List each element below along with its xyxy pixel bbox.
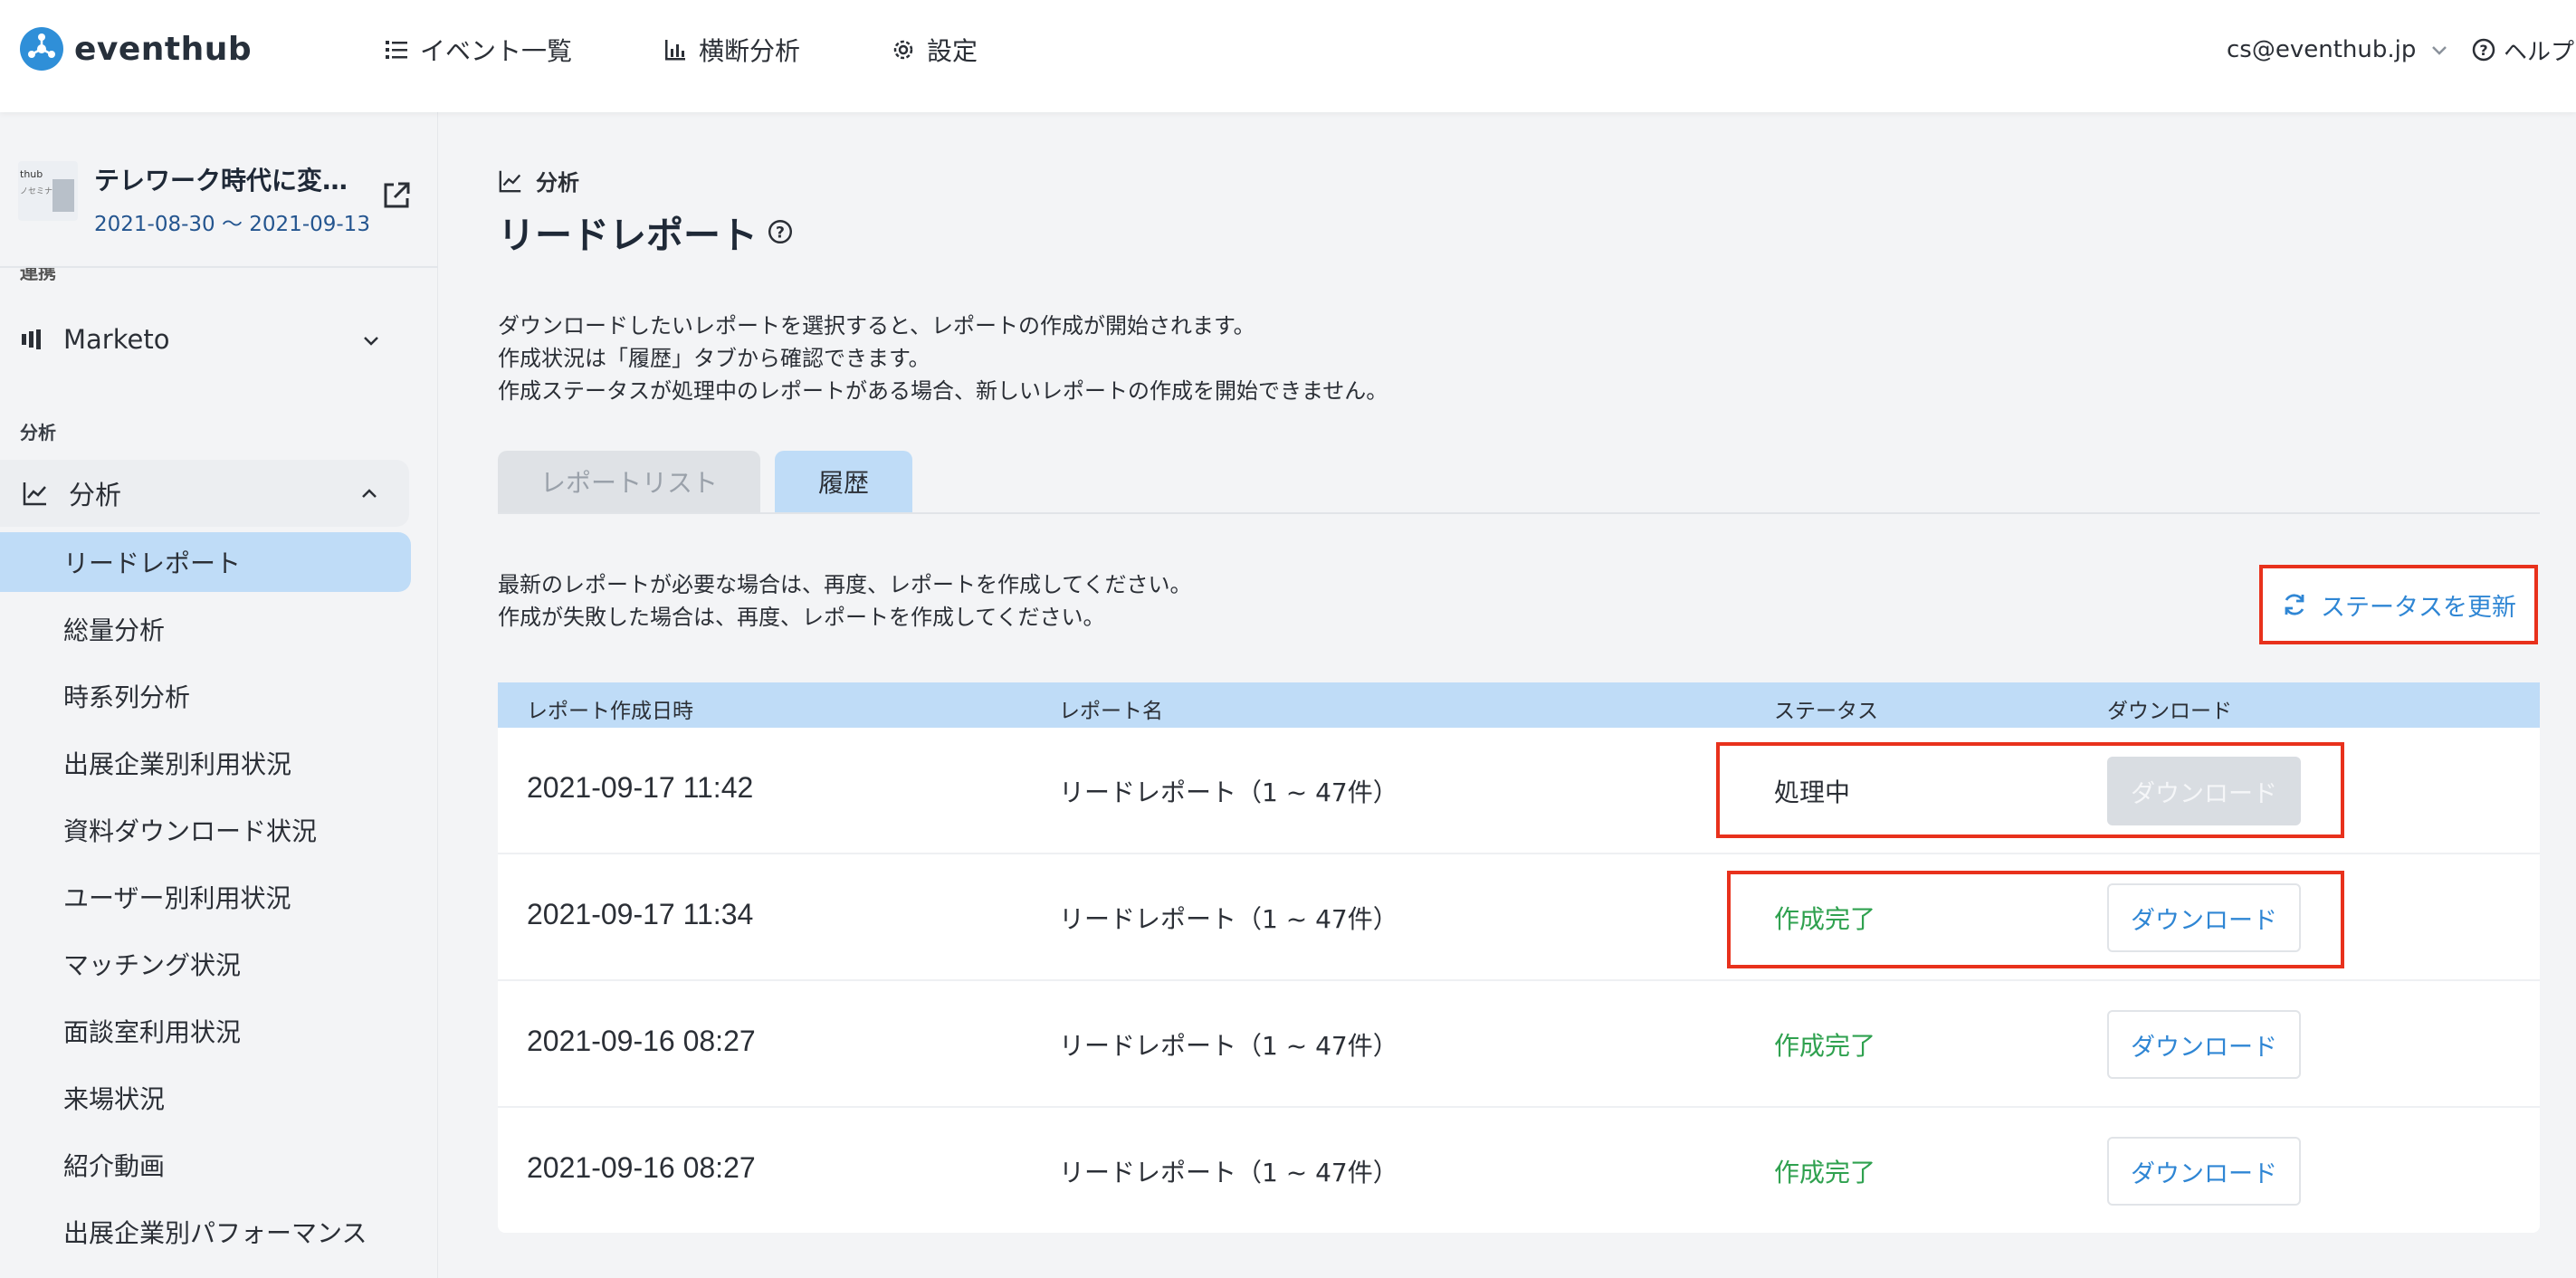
tab-report-list[interactable]: レポートリスト	[498, 451, 760, 512]
column-header: レポート作成日時	[527, 700, 693, 723]
help-link[interactable]: ? ヘルプ	[2471, 31, 2574, 69]
sidebar-divider	[0, 266, 438, 268]
marketo-label: Marketo	[63, 324, 170, 355]
page-title-text: リードレポート	[498, 214, 758, 257]
notice-line: 作成が失敗した場合は、再度、レポートを作成してください。	[498, 605, 1105, 630]
download-button[interactable]: ダウンロード	[2107, 1137, 2301, 1206]
sidebar-item-user-usage[interactable]: ユーザー別利用状況	[0, 867, 411, 927]
nav-event-list[interactable]: イベント一覧	[384, 31, 572, 69]
row-status: 作成完了	[1774, 904, 1876, 934]
column-header: ステータス	[1774, 700, 1878, 723]
row-date: 2021-09-16 08:27	[527, 1025, 756, 1057]
event-title: テレワーク時代に変わるセミナー	[94, 166, 360, 196]
row-report-name: リードレポート（1 ~ 47件）	[1059, 1031, 1398, 1061]
sidebar-item-total-analysis[interactable]: 総量分析	[0, 599, 411, 659]
bar-chart-icon	[665, 40, 686, 61]
page-title: リードレポート ?	[498, 205, 794, 259]
table-row: 2021-09-16 08:27 リードレポート（1 ~ 47件） 作成完了 ダ…	[498, 981, 2540, 1108]
chevron-down-icon	[2432, 46, 2447, 55]
event-card: thub ノセミナー テレワーク時代に変わるセミナー 2021-08-30 〜 …	[18, 161, 425, 236]
chevron-up-icon	[362, 489, 377, 498]
sidebar-item-document-downloads[interactable]: 資料ダウンロード状況	[0, 800, 411, 860]
table-row: 2021-09-16 08:27 リードレポート（1 ~ 47件） 作成完了 ダ…	[498, 1108, 2540, 1233]
user-menu[interactable]: cs@eventhub.jp	[2227, 31, 2450, 69]
row-date: 2021-09-17 11:42	[527, 771, 754, 804]
sidebar: thub ノセミナー テレワーク時代に変わるセミナー 2021-08-30 〜 …	[0, 112, 438, 1278]
refresh-status-button[interactable]: ステータスを更新	[2259, 565, 2538, 644]
description-line: 作成ステータスが処理中のレポートがある場合、新しいレポートの作成を開始できません…	[498, 378, 1388, 404]
row-status: 作成完了	[1774, 1031, 1876, 1061]
row-report-name: リードレポート（1 ~ 47件）	[1059, 904, 1398, 934]
svg-text:?: ?	[2479, 42, 2487, 59]
sidebar-item-meeting-room[interactable]: 面談室利用状況	[0, 1001, 411, 1061]
sidebar-group-analysis[interactable]: 分析	[0, 460, 409, 527]
sidebar-item-time-series[interactable]: 時系列分析	[0, 666, 411, 726]
nav-cross-analysis[interactable]: 横断分析	[663, 31, 800, 69]
logo[interactable]: eventhub	[20, 27, 252, 71]
notice-line: 最新のレポートが必要な場合は、再度、レポートを作成してください。	[498, 572, 1192, 597]
row-date: 2021-09-17 11:34	[527, 898, 754, 930]
help-label: ヘルプ	[2504, 38, 2575, 66]
event-thumbnail-text-1: thub	[20, 168, 43, 180]
sidebar-item-lead-report[interactable]: リードレポート	[0, 532, 411, 592]
sidebar-item-intro-video[interactable]: 紹介動画	[0, 1135, 411, 1195]
notice-text: 最新のレポートが必要な場合は、再度、レポートを作成してください。 作成が失敗した…	[498, 568, 1192, 634]
sidebar-nav-list: リードレポート 総量分析 時系列分析 出展企業別利用状況 資料ダウンロード状況 …	[0, 532, 438, 1269]
tabs: レポートリスト 履歴	[498, 451, 927, 512]
row-date: 2021-09-16 08:27	[527, 1151, 756, 1184]
row-status: 作成完了	[1774, 1158, 1876, 1187]
eventhub-logo-icon	[20, 27, 63, 71]
download-button[interactable]: ダウンロード	[2107, 757, 2301, 825]
table-row: 2021-09-17 11:42 リードレポート（1 ~ 47件） 処理中 ダウ…	[498, 728, 2540, 854]
description-line: 作成状況は「履歴」タブから確認できます。	[498, 346, 930, 371]
download-button[interactable]: ダウンロード	[2107, 1010, 2301, 1079]
user-email: cs@eventhub.jp	[2227, 36, 2417, 63]
description-line: ダウンロードしたいレポートを選択すると、レポートの作成が開始されます。	[498, 313, 1255, 339]
section-label-analysis: 分析	[20, 422, 56, 443]
gear-icon	[893, 40, 913, 60]
sidebar-item-marketo[interactable]: Marketo	[20, 317, 400, 362]
refresh-status-label: ステータスを更新	[2321, 593, 2516, 622]
nav-settings[interactable]: 設定	[891, 31, 978, 69]
sidebar-item-exhibitor-usage[interactable]: 出展企業別利用状況	[0, 733, 411, 793]
chevron-down-icon	[364, 337, 378, 346]
help-circle-icon: ?	[2472, 38, 2495, 62]
report-history-table: レポート作成日時 レポート名 ステータス ダウンロード 2021-09-17 1…	[498, 682, 2540, 1233]
page-description: ダウンロードしたいレポートを選択すると、レポートの作成が開始されます。 作成状況…	[498, 310, 1388, 407]
help-circle-icon[interactable]: ?	[767, 218, 794, 245]
table-header: レポート作成日時 レポート名 ステータス ダウンロード	[498, 682, 2540, 728]
breadcrumb: 分析	[498, 165, 579, 196]
external-link-icon[interactable]	[380, 179, 413, 212]
refresh-icon	[2285, 594, 2304, 615]
event-dates: 2021-08-30 〜 2021-09-13	[94, 213, 370, 236]
tab-history[interactable]: 履歴	[775, 451, 912, 512]
event-thumbnail: thub ノセミナー	[18, 161, 78, 221]
top-nav: イベント一覧 横断分析 設定	[384, 31, 1068, 69]
row-report-name: リードレポート（1 ~ 47件）	[1059, 1158, 1398, 1187]
row-status: 処理中	[1774, 777, 1851, 807]
column-header: レポート名	[1059, 700, 1163, 723]
logo-text: eventhub	[74, 30, 253, 68]
nav-event-list-label: イベント一覧	[420, 36, 573, 66]
sidebar-group-analysis-label: 分析	[69, 480, 122, 510]
sidebar-item-exhibitor-performance[interactable]: 出展企業別パフォーマンス	[0, 1202, 411, 1262]
marketo-icon	[22, 329, 41, 349]
nav-settings-label: 設定	[927, 36, 978, 66]
list-icon	[386, 41, 407, 59]
top-header: eventhub イベント一覧 横断分析 設定 cs@eventhub.jp ?…	[0, 0, 2576, 112]
tabs-underline	[498, 512, 2540, 514]
sidebar-item-attendance[interactable]: 来場状況	[0, 1068, 411, 1128]
trend-chart-icon	[499, 170, 521, 192]
svg-text:?: ?	[776, 224, 785, 242]
nav-cross-analysis-label: 横断分析	[699, 36, 801, 66]
trend-chart-icon	[23, 482, 46, 506]
breadcrumb-label: 分析	[536, 170, 579, 196]
row-report-name: リードレポート（1 ~ 47件）	[1059, 777, 1398, 807]
table-row: 2021-09-17 11:34 リードレポート（1 ~ 47件） 作成完了 ダ…	[498, 854, 2540, 981]
download-button[interactable]: ダウンロード	[2107, 883, 2301, 952]
column-header: ダウンロード	[2107, 700, 2232, 723]
section-label-integration: 連携	[20, 268, 56, 281]
sidebar-item-matching[interactable]: マッチング状況	[0, 934, 411, 994]
